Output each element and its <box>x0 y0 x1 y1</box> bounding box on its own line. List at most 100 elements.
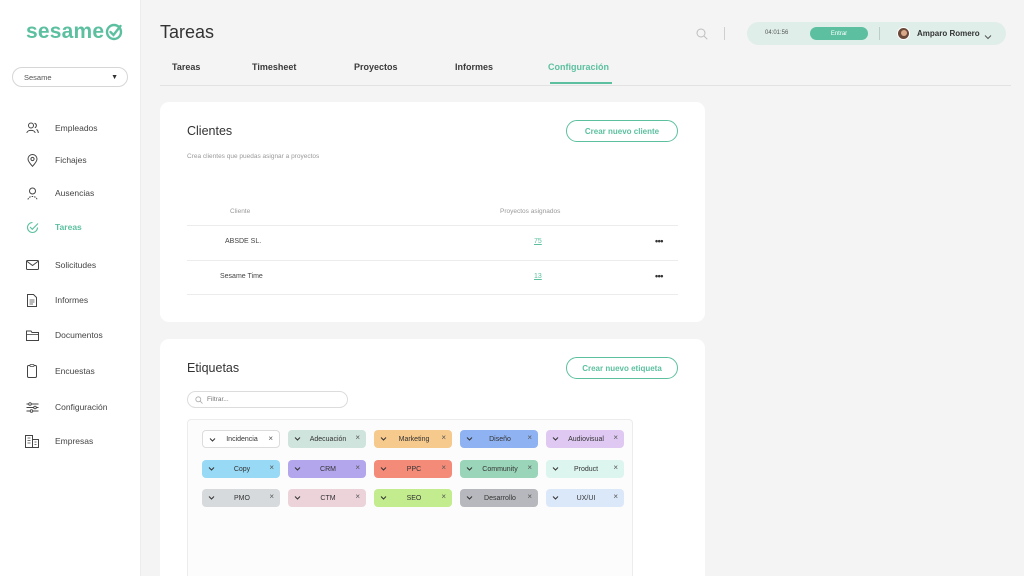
tag-chip[interactable]: Desarrollo × <box>460 489 538 507</box>
tag-chip[interactable]: Diseño × <box>460 430 538 448</box>
tag-label: Diseño <box>489 435 511 443</box>
chevron-down-icon[interactable] <box>984 28 992 46</box>
search-icon[interactable] <box>696 27 708 45</box>
close-icon[interactable]: × <box>441 463 446 472</box>
page-title: Tareas <box>160 22 215 42</box>
clients-title: Clientes <box>187 124 233 138</box>
tag-chip[interactable]: PMO × <box>202 489 280 507</box>
close-icon[interactable]: × <box>613 433 618 442</box>
tab-tareas[interactable]: Tareas <box>172 62 200 72</box>
sidebar-item-configuracion[interactable]: Configuración <box>25 399 107 415</box>
chevron-down-icon[interactable] <box>208 495 215 501</box>
chevron-down-icon[interactable] <box>208 466 215 472</box>
tab-proyectos[interactable]: Proyectos <box>354 62 398 72</box>
sidebar-item-documentos[interactable]: Documentos <box>25 327 103 343</box>
row-divider <box>187 294 678 295</box>
sesame-logo[interactable]: sesame <box>26 20 123 44</box>
close-icon[interactable]: × <box>613 463 618 472</box>
tag-chip[interactable]: Audiovisual × <box>546 430 624 448</box>
close-icon[interactable]: × <box>269 492 274 501</box>
user-name[interactable]: Amparo Romero <box>917 29 980 38</box>
tag-label: Adecuación <box>309 435 347 443</box>
chevron-down-icon[interactable] <box>380 466 387 472</box>
close-icon[interactable]: × <box>441 492 446 501</box>
close-icon[interactable]: × <box>269 463 274 472</box>
chevron-down-icon[interactable] <box>552 466 559 472</box>
tag-chip[interactable]: UX/UI × <box>546 489 624 507</box>
tag-chip[interactable]: CTM × <box>288 489 366 507</box>
person-icon <box>25 186 39 200</box>
sidebar-item-ausencias[interactable]: Ausencias <box>25 185 94 201</box>
chevron-down-icon[interactable] <box>552 436 559 442</box>
tag-chip[interactable]: PPC × <box>374 460 452 478</box>
chevron-down-icon[interactable] <box>294 495 301 501</box>
sidebar-item-label: Encuestas <box>55 366 95 376</box>
tag-label: UX/UI <box>576 494 596 502</box>
chevron-down-icon[interactable] <box>294 436 301 442</box>
close-icon[interactable]: × <box>355 463 360 472</box>
logo-text: sesame <box>26 20 105 43</box>
tab-timesheet[interactable]: Timesheet <box>252 62 296 72</box>
sidebar-item-fichajes[interactable]: Fichajes <box>25 152 87 168</box>
close-icon[interactable]: × <box>613 492 618 501</box>
chevron-down-icon[interactable] <box>209 437 216 443</box>
chevron-down-icon[interactable] <box>552 495 559 501</box>
sidebar-item-solicitudes[interactable]: Solicitudes <box>25 257 96 273</box>
tag-label: Audiovisual <box>568 435 604 443</box>
sidebar-item-empresas[interactable]: Empresas <box>25 433 93 449</box>
chevron-down-icon[interactable] <box>466 436 473 442</box>
sidebar-item-informes[interactable]: Informes <box>25 292 88 308</box>
client-projects-link[interactable]: 75 <box>534 238 542 245</box>
sidebar-item-tareas[interactable]: Tareas <box>25 219 82 235</box>
tag-chip[interactable]: Adecuación × <box>288 430 366 448</box>
users-icon <box>25 121 39 135</box>
sidebar-item-empleados[interactable]: Empleados <box>25 120 98 136</box>
tag-chip[interactable]: Marketing × <box>374 430 452 448</box>
tag-chip[interactable]: SEO × <box>374 489 452 507</box>
pill-divider <box>879 27 880 40</box>
close-icon[interactable]: × <box>527 433 532 442</box>
tab-configuracion[interactable]: Configuración <box>548 62 609 72</box>
entrar-button[interactable]: Entrar <box>810 27 868 40</box>
chevron-down-icon[interactable] <box>380 495 387 501</box>
clock-time: 04:01:56 <box>765 30 789 36</box>
close-icon[interactable]: × <box>527 463 532 472</box>
sidebar-item-label: Ausencias <box>55 188 95 198</box>
chevron-down-icon[interactable] <box>380 436 387 442</box>
company-select[interactable]: Sesame ▼ <box>12 67 128 87</box>
tab-informes[interactable]: Informes <box>455 62 493 72</box>
chevron-down-icon[interactable] <box>466 495 473 501</box>
close-icon[interactable]: × <box>527 492 532 501</box>
row-menu-icon[interactable]: ••• <box>655 236 663 246</box>
sidebar: sesame Sesame ▼ Empleados Fichajes Ausen… <box>0 0 141 576</box>
close-icon[interactable]: × <box>355 433 360 442</box>
tag-label: Copy <box>233 465 251 473</box>
close-icon[interactable]: × <box>268 434 273 443</box>
search-icon <box>195 395 203 404</box>
sidebar-item-encuestas[interactable]: Encuestas <box>25 363 95 379</box>
company-select-value: Sesame <box>24 72 52 82</box>
avatar[interactable] <box>897 27 910 40</box>
create-tag-button[interactable]: Crear nuevo etiqueta <box>566 357 678 379</box>
client-name: Sesame Time <box>220 273 263 280</box>
tag-label: CRM <box>320 465 336 473</box>
row-menu-icon[interactable]: ••• <box>655 271 663 281</box>
filter-input[interactable] <box>187 391 348 408</box>
tag-chip[interactable]: Community × <box>460 460 538 478</box>
tag-chip[interactable]: Product × <box>546 460 624 478</box>
tag-chip[interactable]: Copy × <box>202 460 280 478</box>
column-header-projects: Proyectos asignados <box>500 208 561 215</box>
create-client-button[interactable]: Crear nuevo cliente <box>566 120 678 142</box>
tag-label: Marketing <box>398 435 430 443</box>
tag-chip[interactable]: Incidencia × <box>202 430 280 448</box>
chevron-down-icon[interactable] <box>294 466 301 472</box>
sidebar-item-label: Empleados <box>55 123 98 133</box>
tag-chip[interactable]: CRM × <box>288 460 366 478</box>
clipboard-icon <box>25 364 39 378</box>
close-icon[interactable]: × <box>355 492 360 501</box>
filter-field[interactable] <box>207 396 337 403</box>
client-projects-link[interactable]: 13 <box>534 273 542 280</box>
chevron-down-icon[interactable] <box>466 466 473 472</box>
tag-label: CTM <box>320 494 336 502</box>
close-icon[interactable]: × <box>441 433 446 442</box>
